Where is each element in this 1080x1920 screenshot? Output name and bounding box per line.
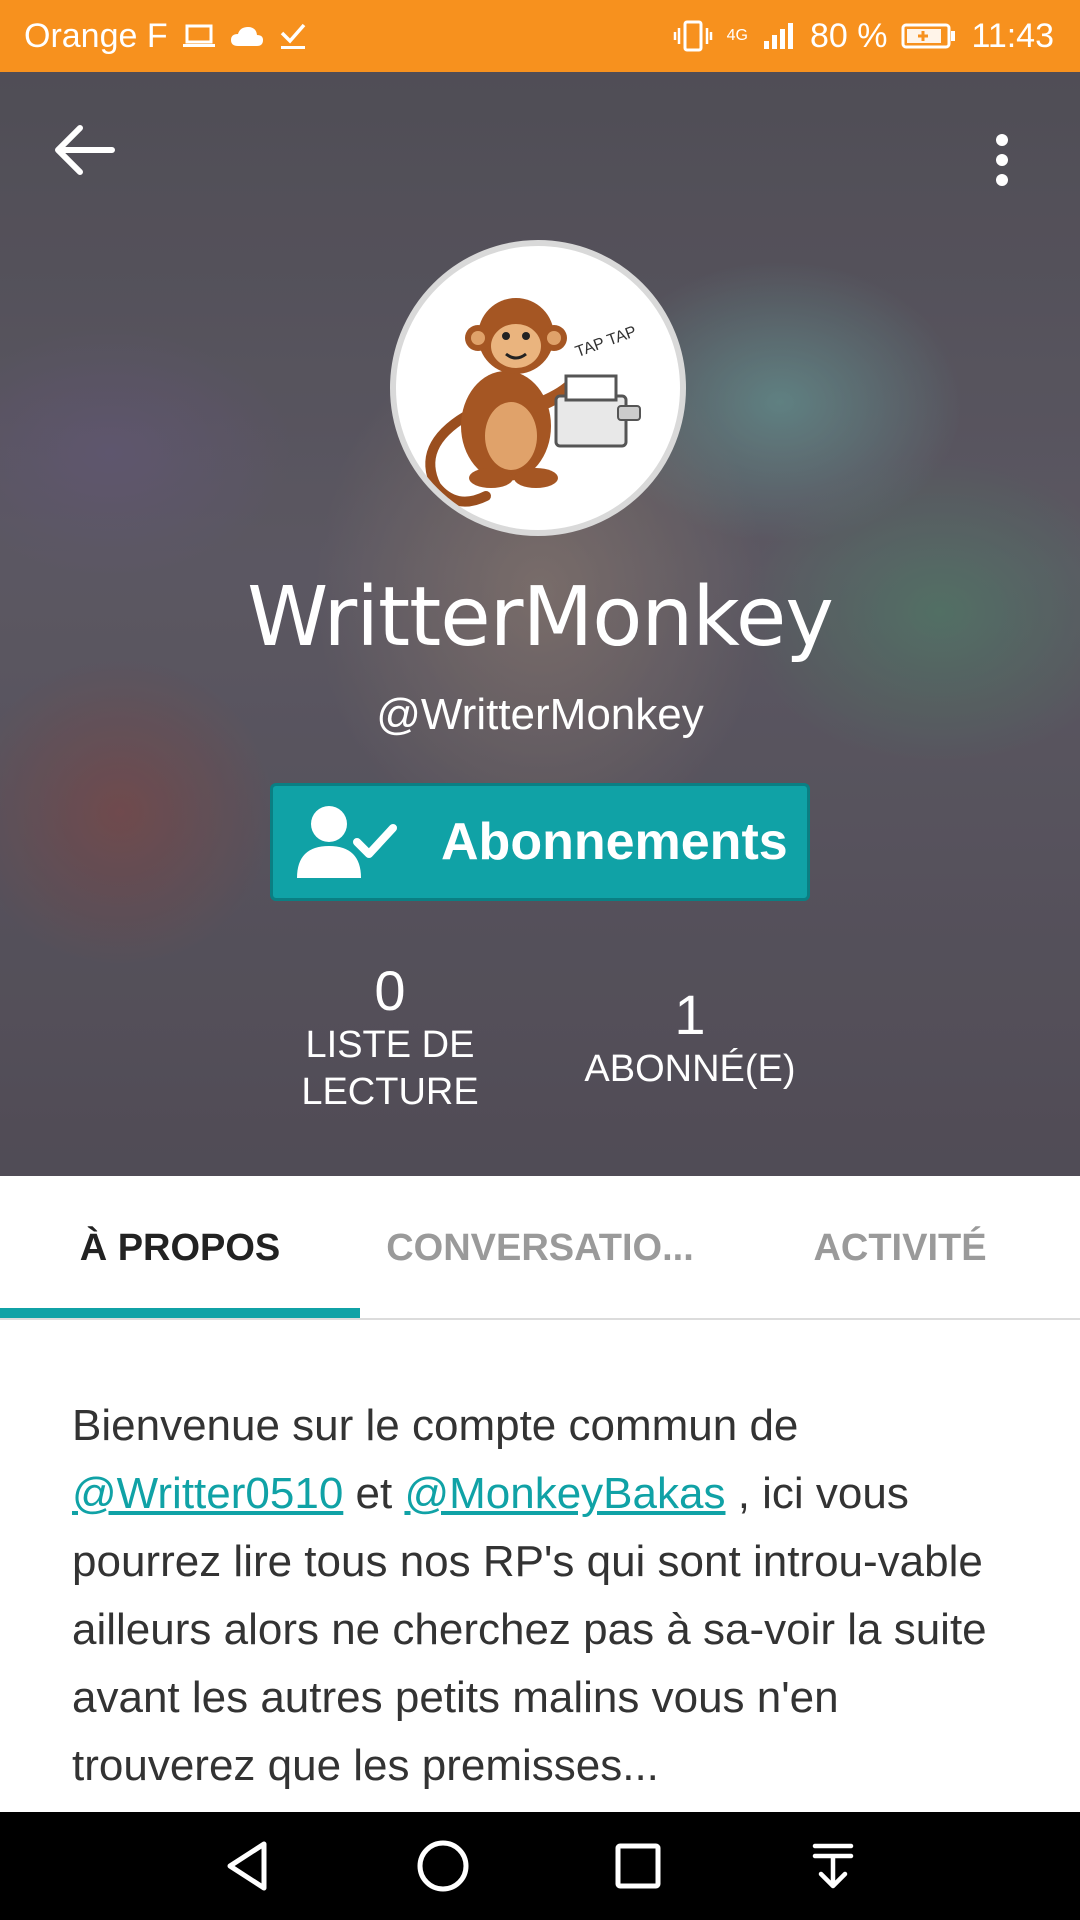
nav-home-button[interactable] bbox=[408, 1831, 478, 1901]
home-circle-icon bbox=[417, 1840, 468, 1892]
user-check-icon bbox=[297, 806, 397, 878]
battery-charging-icon bbox=[901, 22, 957, 50]
cloud-icon bbox=[230, 24, 264, 48]
following-button[interactable]: Abonnements bbox=[270, 783, 810, 901]
bio-text: et bbox=[343, 1469, 405, 1518]
profile-tabs: À PROPOS CONVERSATIO... ACTIVITÉ bbox=[0, 1176, 1080, 1320]
user-handle: @WritterMonkey bbox=[376, 690, 704, 739]
vibrate-icon bbox=[673, 20, 713, 52]
download-done-icon bbox=[278, 21, 308, 51]
stat-followers[interactable]: 1 ABONNÉ(E) bbox=[560, 984, 820, 1093]
system-nav-bar bbox=[0, 1812, 1080, 1920]
stat-label: LISTE DE bbox=[305, 1023, 475, 1066]
tab-conversations[interactable]: CONVERSATIO... bbox=[360, 1176, 720, 1320]
avatar[interactable]: TAP TAP bbox=[390, 240, 686, 536]
display-name: WritterMonkey bbox=[247, 570, 834, 665]
status-right: 4G 80 % 11:43 bbox=[673, 17, 1054, 56]
mention-link[interactable]: @MonkeyBakas bbox=[404, 1469, 725, 1518]
carrier-name: Orange F bbox=[24, 16, 168, 55]
profile-header: TAP TAP WritterMonkey @WritterMonkey Abo… bbox=[0, 72, 1080, 1176]
active-tab-indicator bbox=[0, 1308, 360, 1318]
more-options-button[interactable] bbox=[982, 130, 1022, 190]
avatar-caption: TAP TAP bbox=[573, 323, 639, 361]
stat-label: LECTURE bbox=[301, 1071, 479, 1114]
laptop-icon bbox=[182, 23, 216, 49]
signal-icon bbox=[762, 21, 796, 51]
stat-label: ABONNÉ(E) bbox=[584, 1047, 796, 1090]
mention-link[interactable]: @Writter0510 bbox=[72, 1469, 343, 1518]
stat-value: 0 bbox=[374, 959, 406, 1022]
back-triangle-icon bbox=[227, 1841, 266, 1891]
more-vertical-icon bbox=[996, 134, 1008, 186]
stat-reading-list[interactable]: 0 LISTE DE LECTURE bbox=[260, 960, 520, 1117]
stat-value: 1 bbox=[674, 983, 706, 1046]
profile-bio: Bienvenue sur le compte commun de @Writte… bbox=[72, 1392, 1012, 1800]
nav-notifications-button[interactable] bbox=[798, 1831, 868, 1901]
network-type: 4G bbox=[726, 26, 748, 44]
monkey-typewriter-icon: TAP TAP bbox=[425, 298, 641, 507]
clock: 11:43 bbox=[971, 16, 1054, 55]
notifications-down-icon bbox=[812, 1843, 853, 1889]
following-button-label: Abonnements bbox=[441, 813, 788, 871]
status-bar: Orange F 4G 80 % 11:43 bbox=[0, 0, 1080, 72]
bio-text: Bienvenue sur le compte commun de bbox=[72, 1401, 799, 1450]
nav-recents-button[interactable] bbox=[603, 1831, 673, 1901]
status-left: Orange F bbox=[24, 17, 308, 56]
battery-percent: 80 % bbox=[809, 16, 888, 55]
nav-back-button[interactable] bbox=[213, 1831, 283, 1901]
arrow-left-icon bbox=[55, 125, 115, 175]
recents-square-icon bbox=[615, 1843, 660, 1889]
tab-about[interactable]: À PROPOS bbox=[0, 1176, 360, 1320]
tab-activity[interactable]: ACTIVITÉ bbox=[720, 1176, 1080, 1320]
back-button[interactable] bbox=[52, 122, 116, 178]
